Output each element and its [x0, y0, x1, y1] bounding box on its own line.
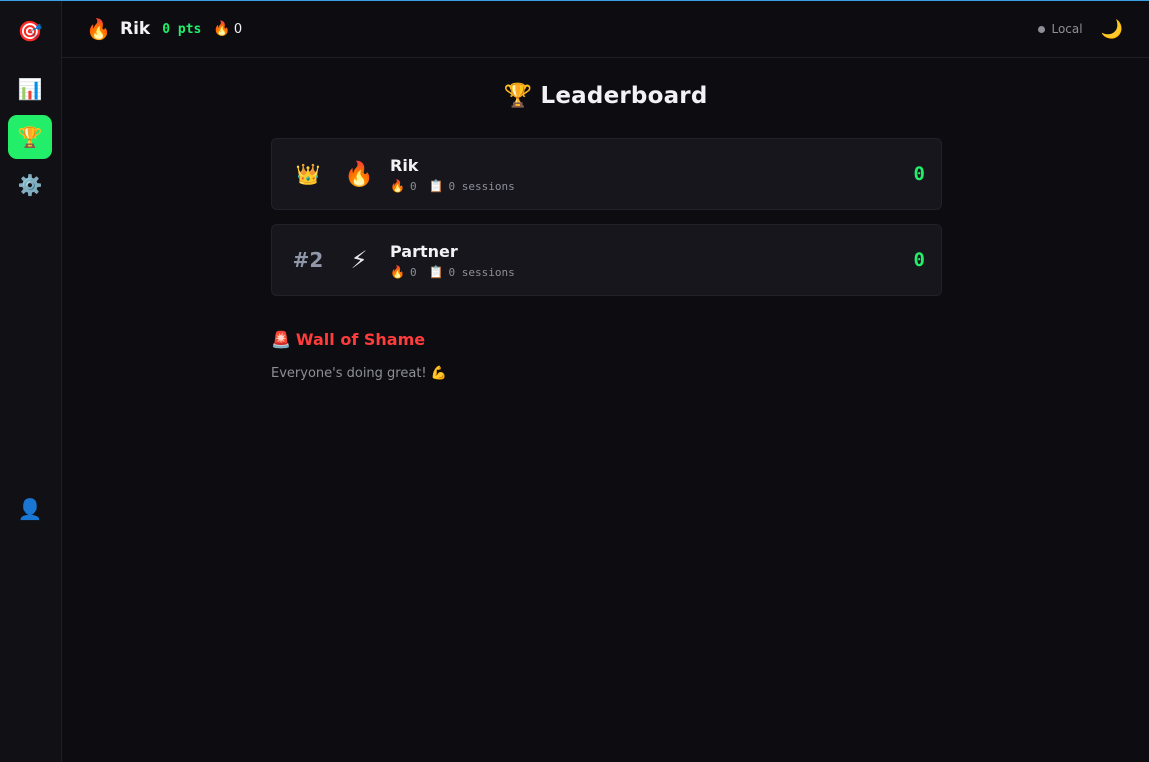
flame-icon: 🔥: [86, 17, 111, 41]
player-avatar-flame-icon: 🔥: [344, 160, 374, 188]
wall-of-shame-title: Wall of Shame: [295, 330, 426, 349]
page-title: 🏆 Leaderboard: [503, 83, 708, 109]
siren-icon: 🚨: [271, 330, 291, 349]
user-points: 0 pts: [162, 21, 202, 37]
clipboard-icon: 📋: [428, 179, 444, 193]
user-streak: 🔥 0: [213, 21, 242, 37]
app-window: 🎯 📊 🏆 ⚙️ 👤 🔥 Rik 0 pts 🔥 0 Local 🌙 🏆 Lea…: [0, 0, 1149, 762]
sidebar: 🎯 📊 🏆 ⚙️ 👤: [0, 1, 62, 762]
sync-status-label: Local: [1051, 22, 1083, 36]
user-name: Rik: [120, 19, 151, 39]
streak-flame-icon: 🔥: [390, 265, 405, 279]
trophy-icon: 🏆: [17, 125, 43, 149]
bar-chart-icon: 📊: [17, 77, 43, 101]
player-meta: 🔥 0 📋 0 sessions: [390, 265, 515, 279]
target-icon: 🎯: [17, 19, 43, 43]
player-streak: 0: [409, 265, 417, 279]
streak-flame-icon: 🔥: [213, 21, 231, 37]
user-icon: 👤: [17, 497, 43, 521]
top-bar: 🔥 Rik 0 pts 🔥 0 Local 🌙: [62, 1, 1149, 58]
theme-toggle-button[interactable]: 🌙: [1101, 19, 1123, 40]
clipboard-icon: 📋: [428, 265, 444, 279]
streak-count: 0: [233, 21, 243, 37]
nav-settings-button[interactable]: ⚙️: [8, 163, 52, 207]
main-content: 🏆 Leaderboard 👑 🔥 Rik 🔥 0 📋 0 sessions 0…: [62, 58, 1149, 762]
streak-flame-icon: 🔥: [390, 179, 405, 193]
player-avatar-lightning-icon: ⚡: [350, 246, 368, 274]
player-score: 0: [913, 249, 925, 271]
player-name: Rik: [390, 156, 419, 175]
player-sessions: 0 sessions: [448, 179, 515, 193]
player-rank: #2: [292, 248, 324, 272]
nav-profile-button[interactable]: 👤: [8, 487, 52, 531]
crown-icon: 👑: [295, 162, 321, 186]
sync-status-dot: [1038, 25, 1046, 33]
leaderboard-row[interactable]: #2 ⚡ Partner 🔥 0 📋 0 sessions 0: [271, 224, 942, 296]
logo-button[interactable]: 🎯: [8, 9, 52, 53]
wall-of-shame-empty-text: Everyone's doing great! 💪: [271, 366, 447, 381]
player-sessions: 0 sessions: [448, 265, 515, 279]
player-name: Partner: [390, 242, 458, 261]
player-score: 0: [913, 163, 925, 185]
nav-stats-button[interactable]: 📊: [8, 67, 52, 111]
nav-leaderboard-button[interactable]: 🏆: [8, 115, 52, 159]
player-streak: 0: [409, 179, 417, 193]
leaderboard-row[interactable]: 👑 🔥 Rik 🔥 0 📋 0 sessions 0: [271, 138, 942, 210]
player-meta: 🔥 0 📋 0 sessions: [390, 179, 515, 193]
top-right-controls: Local 🌙: [1038, 19, 1123, 40]
moon-icon: 🌙: [1100, 18, 1123, 40]
gear-icon: ⚙️: [17, 173, 43, 197]
wall-of-shame-heading: 🚨 Wall of Shame: [271, 330, 425, 349]
